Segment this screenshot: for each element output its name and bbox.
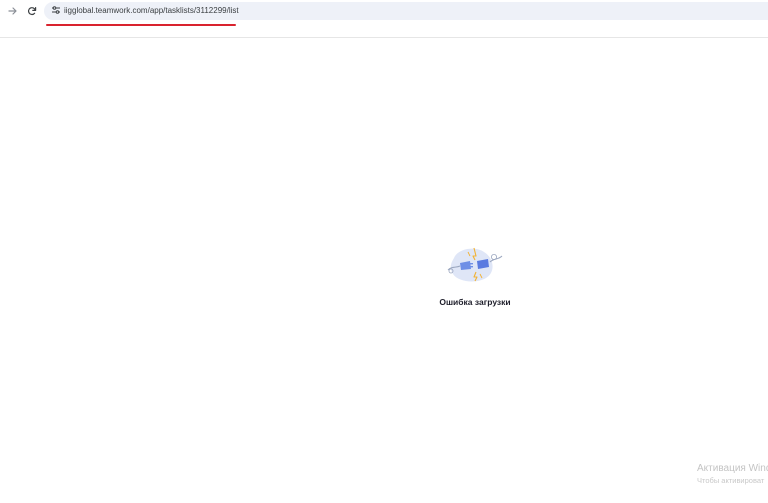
url-text[interactable]: iigglobal.teamwork.com/app/tasklists/311… <box>64 5 239 17</box>
reload-icon <box>27 6 37 16</box>
site-settings-button[interactable] <box>49 4 63 18</box>
tune-icon <box>51 2 61 20</box>
arrow-right-icon <box>8 6 18 16</box>
browser-toolbar: iigglobal.teamwork.com/app/tasklists/311… <box>0 0 768 38</box>
unplugged-cable-icon <box>444 244 506 284</box>
error-message: Ошибка загрузки <box>439 297 511 307</box>
reload-button[interactable] <box>24 3 40 19</box>
forward-button[interactable] <box>5 3 21 19</box>
browser-window: iigglobal.teamwork.com/app/tasklists/311… <box>0 0 768 503</box>
address-bar[interactable]: iigglobal.teamwork.com/app/tasklists/311… <box>44 2 768 20</box>
windows-activation-title: Активация Wind <box>697 463 768 474</box>
url-highlight-underline <box>46 24 236 26</box>
windows-activation-subtitle: Чтобы активироват <box>697 476 765 485</box>
